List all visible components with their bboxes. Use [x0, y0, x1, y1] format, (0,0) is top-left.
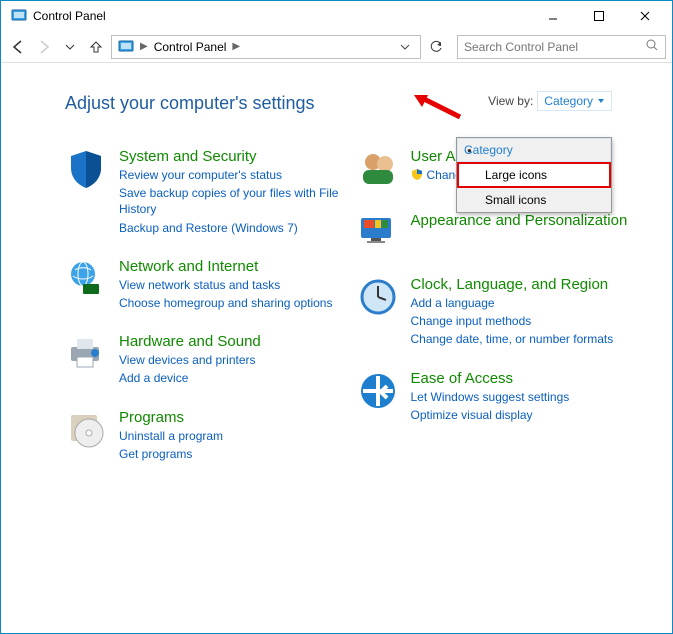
viewby-value: Category: [544, 94, 593, 108]
clock-icon: [357, 276, 399, 318]
search-input[interactable]: [464, 40, 645, 54]
content: Adjust your computer's settings View by:…: [1, 63, 672, 472]
recent-button[interactable]: [59, 36, 81, 58]
chevron-down-icon[interactable]: [394, 36, 416, 58]
users-icon: [357, 148, 399, 190]
left-column: System and Security Review your computer…: [65, 148, 351, 462]
viewby-dropdown: Category Large icons Small icons: [456, 137, 612, 213]
titlebar: Control Panel: [1, 1, 672, 31]
cat-link[interactable]: Save backup copies of your files with Fi…: [119, 185, 351, 217]
cat-link[interactable]: Change input methods: [411, 313, 614, 329]
cat-system-security: System and Security Review your computer…: [65, 148, 351, 236]
annotation-arrow: [412, 93, 462, 122]
cat-link[interactable]: Backup and Restore (Windows 7): [119, 220, 351, 236]
cat-link[interactable]: Optimize visual display: [411, 407, 570, 423]
cat-ease-of-access: Ease of Access Let Windows suggest setti…: [357, 370, 643, 423]
control-panel-icon: [11, 8, 27, 24]
cat-title[interactable]: Ease of Access: [411, 370, 570, 387]
viewby-label: View by:: [488, 94, 533, 108]
dropdown-item-large-icons[interactable]: Large icons: [457, 162, 611, 188]
dropdown-item-small-icons[interactable]: Small icons: [457, 188, 611, 212]
cat-link[interactable]: Get programs: [119, 446, 223, 462]
navbar: ▶ Control Panel ▶: [1, 31, 672, 63]
window: Control Panel ▶ Control Panel ▶ Adjust y…: [0, 0, 673, 634]
cat-title[interactable]: System and Security: [119, 148, 351, 165]
cat-title[interactable]: Clock, Language, and Region: [411, 276, 614, 293]
search-box[interactable]: [457, 35, 666, 59]
viewby-select[interactable]: Category: [537, 91, 612, 111]
address-icon: [118, 39, 134, 55]
cat-title[interactable]: Programs: [119, 409, 223, 426]
cat-link[interactable]: Add a language: [411, 295, 614, 311]
cat-link[interactable]: Add a device: [119, 370, 261, 386]
globe-icon: [65, 258, 107, 300]
window-buttons: [530, 1, 668, 31]
cat-link[interactable]: Uninstall a program: [119, 428, 223, 444]
cat-title[interactable]: Appearance and Personalization: [411, 212, 628, 229]
cat-network: Network and Internet View network status…: [65, 258, 351, 311]
refresh-button[interactable]: [425, 36, 447, 58]
shield-icon: [65, 148, 107, 190]
cat-programs: Programs Uninstall a program Get program…: [65, 409, 351, 462]
cat-appearance: Appearance and Personalization: [357, 212, 643, 254]
cat-hardware: Hardware and Sound View devices and prin…: [65, 333, 351, 386]
chevron-down-icon: [597, 97, 605, 105]
cat-link[interactable]: Let Windows suggest settings: [411, 389, 570, 405]
cat-link[interactable]: Choose homegroup and sharing options: [119, 295, 332, 311]
back-button[interactable]: [7, 36, 29, 58]
printer-icon: [65, 333, 107, 375]
viewby: View by: Category Category Large icons S…: [488, 91, 612, 111]
ease-of-access-icon: [357, 370, 399, 412]
address-bar[interactable]: ▶ Control Panel ▶: [111, 35, 421, 59]
disc-icon: [65, 409, 107, 451]
cat-title[interactable]: Network and Internet: [119, 258, 332, 275]
close-button[interactable]: [622, 1, 668, 31]
uac-shield-icon: [411, 168, 423, 183]
cat-link[interactable]: Review your computer's status: [119, 167, 351, 183]
minimize-button[interactable]: [530, 1, 576, 31]
monitor-icon: [357, 212, 399, 254]
chevron-right-icon: ▶: [138, 41, 150, 52]
maximize-button[interactable]: [576, 1, 622, 31]
cat-link[interactable]: View network status and tasks: [119, 277, 332, 293]
cat-link[interactable]: View devices and printers: [119, 352, 261, 368]
window-title: Control Panel: [33, 9, 106, 23]
chevron-right-icon[interactable]: ▶: [230, 41, 242, 52]
breadcrumb-item[interactable]: Control Panel: [150, 40, 231, 54]
search-icon[interactable]: [645, 38, 659, 55]
cat-clock: Clock, Language, and Region Add a langua…: [357, 276, 643, 348]
cat-link[interactable]: Change date, time, or number formats: [411, 331, 614, 347]
dropdown-item-category[interactable]: Category: [457, 138, 611, 162]
cat-title[interactable]: Hardware and Sound: [119, 333, 261, 350]
forward-button[interactable]: [33, 36, 55, 58]
up-button[interactable]: [85, 36, 107, 58]
